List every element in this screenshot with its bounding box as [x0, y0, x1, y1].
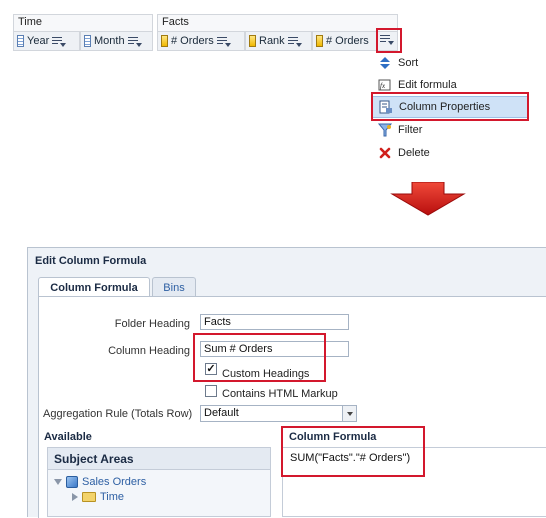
html-markup-label: Contains HTML Markup: [222, 388, 338, 400]
highlight-box: [371, 92, 529, 121]
column-menu-icon[interactable]: [52, 36, 67, 47]
tree-item-label: Time: [100, 491, 125, 503]
folder-heading-label: Folder Heading: [114, 318, 190, 330]
down-arrow-icon: [390, 182, 466, 216]
measure-column-icon: [161, 35, 168, 47]
folder-heading-input[interactable]: Facts: [200, 314, 349, 330]
column-orders[interactable]: # Orders: [157, 31, 245, 51]
tab-label: Column Formula: [50, 281, 138, 294]
expand-triangle-icon[interactable]: [54, 479, 62, 485]
tab-label: Bins: [163, 281, 185, 294]
attribute-column-icon: [84, 35, 91, 47]
column-menu-icon[interactable]: [216, 36, 231, 47]
tab-column-formula[interactable]: Column Formula: [38, 277, 150, 297]
attribute-column-icon: [17, 35, 24, 47]
column-label: Year: [27, 35, 50, 47]
tree-item-label: Sales Orders: [82, 476, 147, 488]
sort-icon: [378, 56, 392, 70]
column-menu-icon[interactable]: [127, 36, 142, 47]
chevron-down-icon: [342, 406, 356, 421]
menu-item-filter[interactable]: Filter: [372, 119, 529, 141]
delete-icon: [378, 146, 392, 160]
column-month[interactable]: Month: [80, 31, 153, 51]
highlight-box: [281, 426, 425, 477]
dialog-title: Edit Column Formula: [35, 255, 147, 267]
column-year[interactable]: Year: [13, 31, 80, 51]
select-value: Default: [204, 407, 239, 419]
column-label: Rank: [259, 35, 285, 47]
measure-column-icon: [249, 35, 256, 47]
menu-item-delete[interactable]: Delete: [372, 142, 529, 164]
group-header-label: Facts: [162, 16, 189, 28]
subject-area-icon: [66, 476, 78, 488]
tree-item-sales-orders[interactable]: Sales Orders: [54, 476, 146, 488]
column-label: Month: [94, 35, 125, 47]
group-header-label: Time: [18, 16, 43, 28]
tree-item-time[interactable]: Time: [72, 491, 124, 503]
tab-bins[interactable]: Bins: [152, 277, 196, 297]
filter-icon: [378, 123, 392, 137]
edit-formula-icon: fx: [378, 78, 392, 92]
svg-text:fx: fx: [380, 82, 386, 90]
highlight-box: [376, 28, 402, 53]
column-label: # Orders: [326, 35, 369, 47]
subject-areas-title: Subject Areas: [48, 448, 270, 470]
collapse-triangle-icon[interactable]: [72, 493, 78, 501]
aggregation-rule-select[interactable]: Default: [200, 405, 357, 422]
subject-areas-panel: Subject Areas Sales Orders Time: [47, 447, 271, 517]
menu-item-label: Edit formula: [398, 79, 457, 91]
menu-item-sort[interactable]: Sort: [372, 52, 529, 74]
html-markup-checkbox[interactable]: [205, 385, 217, 397]
measure-column-icon: [316, 35, 323, 47]
menu-item-label: Delete: [398, 147, 430, 159]
column-label: # Orders: [171, 35, 214, 47]
group-header-time: Time: [13, 14, 153, 31]
folder-icon: [82, 492, 96, 502]
column-rank[interactable]: Rank: [245, 31, 312, 51]
column-heading-label: Column Heading: [108, 345, 190, 357]
highlight-box: [193, 333, 326, 382]
column-menu-icon[interactable]: [287, 36, 302, 47]
aggregation-rule-label: Aggregation Rule (Totals Row): [43, 408, 193, 420]
available-label: Available: [44, 431, 92, 443]
menu-item-label: Sort: [398, 57, 419, 69]
menu-item-label: Filter: [398, 124, 423, 136]
group-header-facts: Facts: [157, 14, 398, 31]
